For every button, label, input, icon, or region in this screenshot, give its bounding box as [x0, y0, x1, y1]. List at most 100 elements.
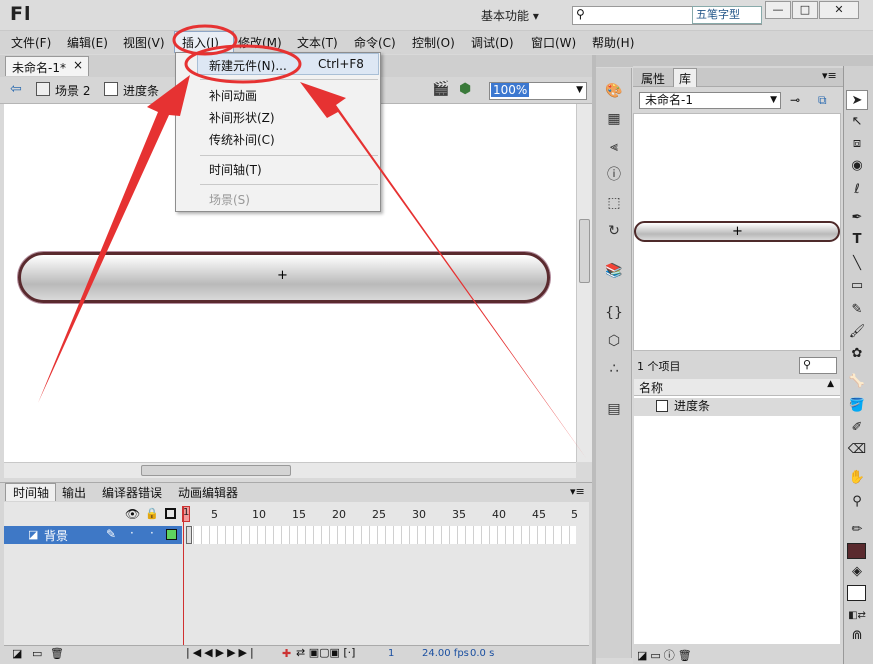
components-icon[interactable]: ⬡ [604, 332, 624, 350]
close-button[interactable]: ✕ [819, 1, 859, 19]
menu-text[interactable]: 文本(T) [297, 34, 338, 51]
back-arrow-icon[interactable]: ⇦ [10, 81, 22, 97]
onion-skin-icons[interactable]: ⇄ ▣▢▣ [·] [296, 646, 355, 659]
vertical-scroll-thumb[interactable] [579, 219, 590, 283]
playhead-line[interactable] [183, 506, 184, 646]
current-frame[interactable]: 1 [388, 648, 394, 659]
3d-rotation-tool-icon[interactable]: ◉ [846, 156, 868, 176]
layer-row[interactable]: ◪ 背景 ✎ · · [4, 526, 182, 544]
frame-rate[interactable]: 24.00 fps [422, 648, 469, 659]
new-library-panel-icon[interactable]: ⧉ [818, 93, 827, 108]
lock-icon[interactable]: 🔒 [145, 507, 159, 520]
library-books-icon[interactable]: 📚 [604, 262, 624, 280]
paint-bucket-tool-icon[interactable]: 🪣 [846, 396, 868, 416]
menu-edit[interactable]: 编辑(E) [67, 34, 108, 51]
menu-new-symbol[interactable]: 新建元件(N)... [209, 57, 287, 74]
selection-tool-icon[interactable]: ➤ [846, 90, 868, 110]
workspace-switcher[interactable]: 基本功能 ▾ [481, 7, 539, 24]
lasso-tool-icon[interactable]: ℓ [846, 180, 868, 200]
horizontal-scroll-thumb[interactable] [141, 465, 291, 476]
eye-icon[interactable]: 👁 [125, 507, 140, 521]
edit-symbols-icon[interactable]: ⬢ [459, 81, 471, 97]
transform-icon[interactable]: ⬚ [604, 194, 624, 212]
library-item[interactable]: 进度条 [634, 398, 840, 416]
swatches-icon[interactable]: ▦ [604, 110, 624, 128]
layer-outline-box[interactable] [166, 529, 177, 540]
tab-compiler-errors[interactable]: 编译器错误 [102, 484, 162, 501]
menu-commands[interactable]: 命令(C) [354, 34, 396, 51]
snap-to-objects-icon[interactable]: ⋒ [846, 626, 868, 646]
pencil-tool-icon[interactable]: ✎ [846, 300, 868, 320]
pin-icon[interactable]: ⊸ [790, 93, 800, 107]
menu-classic-tween[interactable]: 传统补间(C) [209, 131, 275, 148]
library-column-header[interactable]: 名称 ▲ [634, 379, 840, 396]
tab-library[interactable]: 库 [673, 68, 698, 87]
maximize-button[interactable]: □ [792, 1, 818, 19]
stage-vertical-scrollbar[interactable] [576, 104, 592, 462]
document-tab[interactable]: 未命名-1* × [5, 56, 89, 76]
color-icon[interactable]: 🎨 [604, 82, 624, 100]
zoom-select[interactable]: 100% ▼ [489, 82, 587, 100]
history-icon[interactable]: ↻ [604, 222, 624, 240]
rectangle-tool-icon[interactable]: ▭ [846, 276, 868, 296]
motion-presets-icon[interactable]: ∴ [604, 360, 624, 378]
library-footer-icons[interactable]: ◪▭ⓘ🗑 [637, 647, 695, 663]
layer-visible-dot[interactable]: · [130, 526, 134, 540]
actions-icon[interactable]: {} [604, 304, 624, 322]
menu-file[interactable]: 文件(F) [11, 34, 51, 51]
breadcrumb-symbol[interactable]: 进度条 [123, 82, 161, 99]
delete-layer-icon[interactable]: 🗑 [50, 647, 64, 660]
library-document-select[interactable]: 未命名-1 ▼ [639, 92, 781, 109]
menu-insert[interactable]: 插入(I) [182, 34, 219, 51]
frame-cells[interactable] [186, 526, 576, 544]
layer-lock-dot[interactable]: · [150, 526, 154, 540]
eyedropper-tool-icon[interactable]: ✐ [846, 418, 868, 438]
menu-shape-tween[interactable]: 补间形状(Z) [209, 109, 275, 126]
line-tool-icon[interactable]: ╲ [846, 254, 868, 274]
fill-color-icon[interactable]: ◈ [846, 562, 868, 582]
library-panel-menu-icon[interactable]: ▾≡ [822, 69, 837, 82]
tab-output[interactable]: 输出 [62, 484, 86, 501]
stroke-color-icon[interactable]: ✏ [846, 520, 868, 540]
movie-explorer-icon[interactable]: ▤ [604, 400, 624, 418]
panel-menu-icon[interactable]: ▾≡ [570, 485, 585, 498]
tab-motion-editor[interactable]: 动画编辑器 [178, 484, 238, 501]
bone-tool-icon[interactable]: 🦴 [846, 372, 868, 392]
center-frame-icon[interactable]: ✚ [282, 647, 291, 660]
minimize-button[interactable]: — [765, 1, 791, 19]
swap-colors-icon[interactable]: ◧⇄ [846, 606, 868, 626]
menu-control[interactable]: 控制(O) [412, 34, 455, 51]
new-folder-icon[interactable]: ▭ [32, 647, 42, 660]
library-search-input[interactable]: ⚲ [799, 357, 837, 374]
stage-horizontal-scrollbar[interactable] [4, 462, 576, 478]
edit-scene-icon[interactable]: 🎬 [432, 81, 449, 97]
menu-motion-tween[interactable]: 补间动画 [209, 87, 257, 104]
menu-view[interactable]: 视图(V) [123, 34, 165, 51]
brush-tool-icon[interactable]: 🖌 [846, 322, 868, 342]
stroke-color-swatch[interactable] [847, 543, 866, 559]
subselection-tool-icon[interactable]: ↖ [846, 112, 868, 132]
close-tab-icon[interactable]: × [73, 58, 83, 72]
hand-tool-icon[interactable]: ✋ [846, 468, 868, 488]
menu-timeline[interactable]: 时间轴(T) [209, 161, 262, 178]
keyframe[interactable] [186, 526, 192, 544]
menu-modify[interactable]: 修改(M) [238, 34, 282, 51]
info-icon[interactable]: ⓘ [604, 166, 624, 184]
deco-tool-icon[interactable]: ✿ [846, 344, 868, 364]
pencil-icon[interactable]: ✎ [106, 527, 116, 541]
tab-timeline[interactable]: 时间轴 [5, 483, 56, 501]
zoom-tool-icon[interactable]: ⚲ [846, 492, 868, 512]
fill-color-swatch[interactable] [847, 585, 866, 601]
menu-window[interactable]: 窗口(W) [531, 34, 576, 51]
text-tool-icon[interactable]: T [846, 230, 868, 250]
tab-properties[interactable]: 属性 [636, 69, 670, 88]
free-transform-tool-icon[interactable]: ⧈ [846, 134, 868, 154]
menu-debug[interactable]: 调试(D) [471, 34, 514, 51]
breadcrumb-scene[interactable]: 场景 2 [55, 82, 90, 99]
eraser-tool-icon[interactable]: ⌫ [846, 440, 868, 460]
align-icon[interactable]: ⫷ [604, 138, 624, 156]
menu-help[interactable]: 帮助(H) [592, 34, 634, 51]
playback-controls[interactable]: |◀◀▶▶▶| [186, 646, 257, 659]
pen-tool-icon[interactable]: ✒ [846, 208, 868, 228]
new-layer-icon[interactable]: ◪ [12, 647, 22, 660]
